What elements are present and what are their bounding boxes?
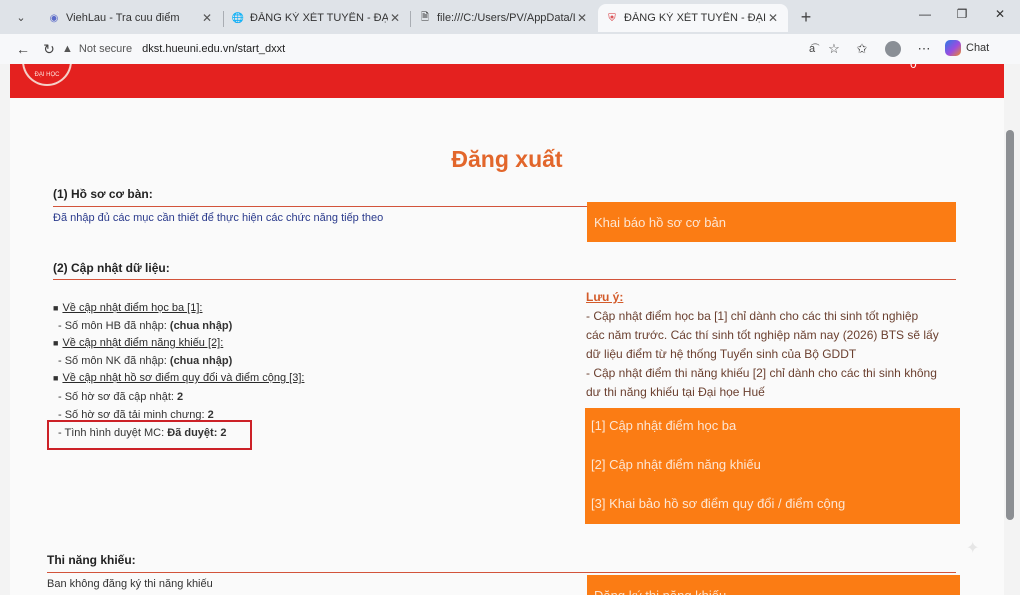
update-transcript-link[interactable]: [1] Cập nhật điểm học ba [591, 418, 736, 433]
link-conversion-info[interactable]: Về cập nhật hồ sơ điểm quy đổi và điểm c… [62, 372, 304, 384]
restore-icon[interactable]: ❐ [950, 4, 974, 24]
back-arrow-icon[interactable]: ← [14, 40, 32, 58]
stat-value: (chua nhập) [169, 320, 233, 332]
scrollbar-thumb[interactable] [1006, 130, 1014, 520]
file-icon: 🗎 [420, 11, 430, 23]
link-transcript-info[interactable]: Về cập nhật điểm học ba [1]: [62, 302, 202, 314]
list-item: ■ Về cập nhật điểm năng khiếu [2]: [53, 337, 223, 349]
close-icon[interactable]: ✕ [575, 11, 589, 25]
stat-label: - Số hờ sơ đã cập nhật: [58, 391, 177, 403]
basic-profile-status: Đã nhập đủ các mục cần thiết để thực hiệ… [53, 212, 384, 224]
note-line: dư thi năng khiếu tại Đại họe Huế [586, 385, 765, 399]
new-tab-plus-icon[interactable]: + [795, 6, 817, 28]
close-icon[interactable]: ✕ [766, 11, 780, 25]
list-item: - Số môn HB đã nhập: (chua nhập) [58, 320, 232, 332]
register-aptitude-exam-button[interactable]: Đăng ký thi năng khiếu [587, 575, 960, 595]
tab-list-chevron-icon[interactable]: ⌄ [12, 8, 30, 26]
stat-label: - Số môn HB đã nhập: [58, 320, 170, 332]
sparkle-icon: ✦ [966, 540, 980, 557]
tab-dang-ky-1[interactable]: 🌐 ĐĂNG KÝ XÉT TUYỂN - ĐẠI HỌC H ✕ [224, 4, 410, 32]
square-bullet-icon: ■ [53, 303, 59, 313]
minimize-icon[interactable]: — [913, 4, 937, 24]
close-icon[interactable]: ✕ [200, 11, 214, 25]
main-content: Đăng xuất (1) Hồ sơ cơ bàn: Đã nhập đủ c… [10, 98, 1004, 595]
reload-icon[interactable]: ↻ [40, 40, 58, 58]
highlight-box [47, 420, 252, 450]
tab-strip: ⌄ ◉ ViehLau - Tra cuu điểm ✕ 🌐 ĐĂNG KÝ X… [0, 0, 1020, 34]
list-item: - Số môn NK đã nhập: (chua nhập) [58, 355, 232, 367]
warning-triangle-icon[interactable]: ▲ [62, 43, 73, 55]
favorites-list-icon[interactable]: ✩ [853, 40, 871, 58]
list-item: ■ Về cập nhật hồ sơ điểm quy đổi và điểm … [53, 372, 304, 384]
shield-icon: ⛨ [608, 12, 616, 24]
note-line: các năm trước. Các thí sinh tốt nghiệp n… [586, 328, 939, 342]
note-line: - Cập nhật điểm thi năng khiếu [2] chỉ d… [586, 366, 937, 380]
list-item: ■ Về cập nhật điểm học ba [1]: [53, 302, 202, 314]
page-viewport: ĐẠI HỌC 0 Đăng xuất (1) Hồ sơ cơ bàn: Đã… [0, 64, 1020, 595]
update-aptitude-link[interactable]: [2] Cập nhật điểm năng khiếu [591, 457, 761, 472]
divider [53, 279, 956, 280]
close-icon[interactable]: ✕ [388, 11, 402, 25]
globe-icon: ◉ [49, 12, 59, 24]
globe-icon: 🌐 [231, 12, 245, 24]
declare-basic-profile-button[interactable]: Khai báo hồ sơ cơ bản [587, 202, 956, 242]
logout-link[interactable]: Đăng xuất [10, 146, 1004, 173]
security-status: Not secure [78, 43, 133, 55]
tab-title: file:///C:/Users/PV/AppData/Local [437, 12, 575, 24]
tab-local-file[interactable]: 🗎 file:///C:/Users/PV/AppData/Local ✕ [411, 4, 597, 32]
note-line: - Cập nhật điểm học ba [1] chỉ dành cho … [586, 309, 919, 323]
list-item: - Số hờ sơ đã cập nhật: 2 [58, 391, 183, 403]
note-line: dữ liệu điểm từ hệ thống Tuyển sinh của … [586, 347, 857, 361]
square-bullet-icon: ■ [53, 338, 59, 348]
address-bar[interactable]: ▲ Not secure dkst.hueuni.edu.vn/start_dx… [62, 37, 762, 61]
stat-label: - Số môn NK đã nhập: [58, 355, 170, 367]
note-panel: Lưu ý: - Cập nhật điểm học ba [1] chỉ dà… [586, 288, 966, 402]
read-aloud-icon[interactable]: a͡ [803, 40, 821, 58]
site-header-banner [10, 64, 1004, 98]
divider [47, 572, 956, 573]
address-toolbar: ← ↻ ▲ Not secure dkst.hueuni.edu.vn/star… [0, 34, 1020, 64]
tab-viehlau[interactable]: ◉ ViehLau - Tra cuu điểm ✕ [40, 4, 222, 32]
aptitude-exam-status: Ban không đăng ký thi năng khiếu [47, 578, 213, 590]
square-bullet-icon: ■ [53, 373, 59, 383]
link-aptitude-info[interactable]: Về cập nhật điểm năng khiếu [2]: [62, 337, 223, 349]
close-window-icon[interactable]: ✕ [988, 4, 1012, 24]
more-options-icon[interactable]: ⋯ [915, 40, 933, 58]
note-heading: Lưu ý: [586, 290, 624, 304]
profile-avatar[interactable] [885, 41, 901, 57]
url-text: dkst.hueuni.edu.vn/start_dxxt [142, 43, 286, 55]
copilot-chat-button[interactable]: Chat [945, 40, 989, 56]
section-aptitude-exam-heading: Thi năng khiếu: [47, 553, 136, 567]
tab-dang-ky-active[interactable]: ⛨ ĐĂNG KÝ XÉT TUYỂN - ĐẠI HỌC H ✕ [598, 4, 788, 32]
tab-title: ViehLau - Tra cuu điểm [66, 12, 180, 24]
favorite-star-icon[interactable]: ☆ [825, 40, 843, 58]
update-actions-panel: [1] Cập nhật điểm học ba [2] Cập nhật đi… [585, 408, 960, 524]
section-basic-profile-heading: (1) Hồ sơ cơ bàn: [53, 187, 153, 201]
declare-conversion-link[interactable]: [3] Khai bảo hồ sơ điểm quy đổi / điểm c… [591, 496, 845, 511]
section-update-data-heading: (2) Cập nhật dữ liệu: [53, 261, 170, 275]
tab-title: ĐĂNG KÝ XÉT TUYỂN - ĐẠI HỌC H [250, 12, 388, 24]
stat-value: 2 [177, 391, 184, 403]
header-counter: 0 [910, 64, 917, 71]
tab-title: ĐĂNG KÝ XÉT TUYỂN - ĐẠI HỌC H [624, 12, 766, 24]
copilot-label: Chat [966, 42, 990, 54]
stat-value: (chua nhập) [169, 355, 233, 367]
copilot-logo-icon [945, 40, 961, 56]
